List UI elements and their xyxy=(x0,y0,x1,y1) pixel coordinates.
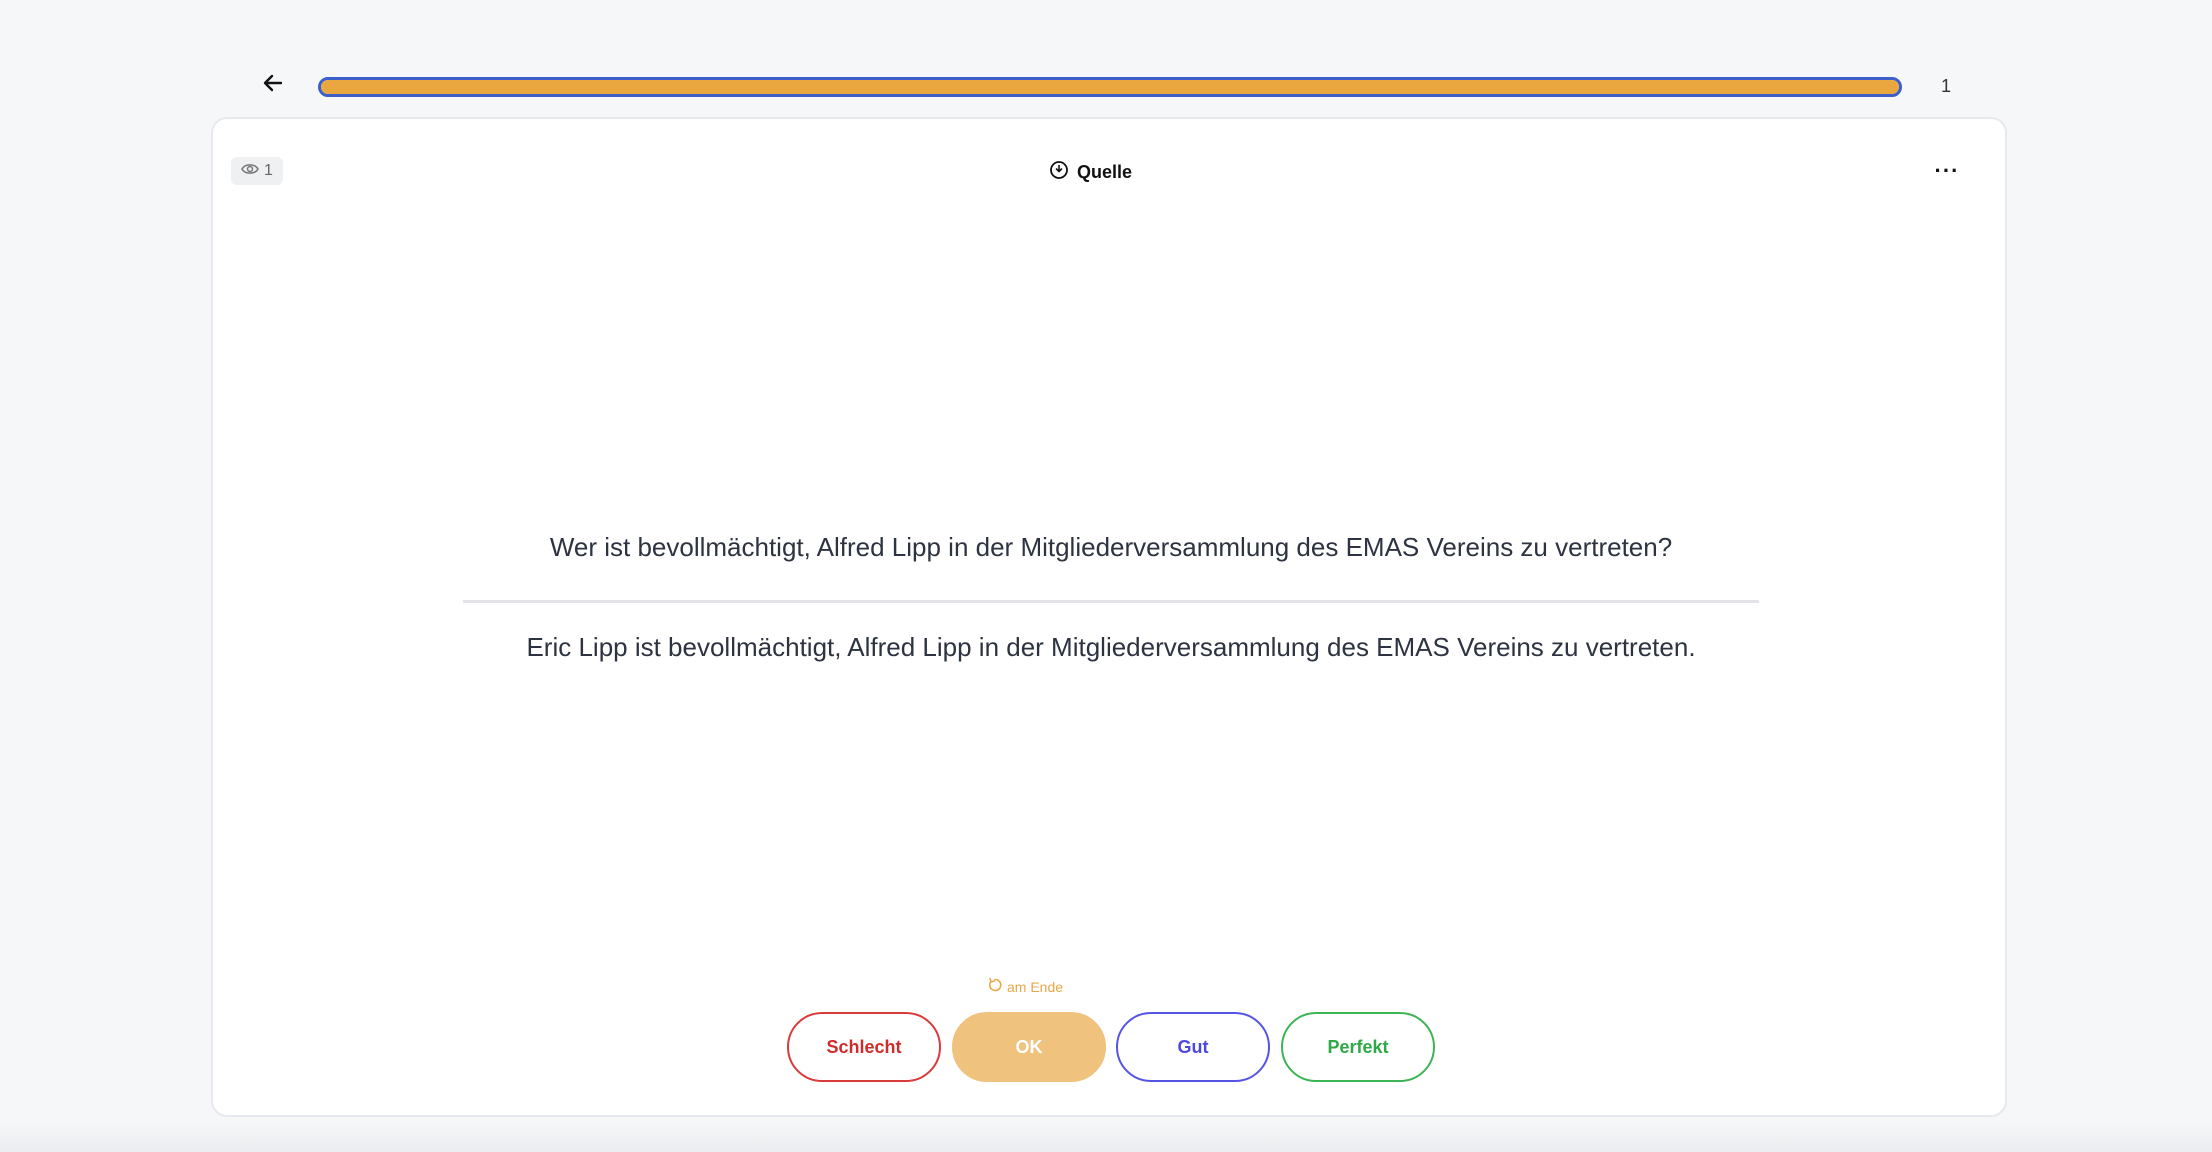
more-options-button[interactable]: ··· xyxy=(1929,157,1965,185)
source-button[interactable]: Quelle xyxy=(1049,159,1132,185)
source-label: Quelle xyxy=(1077,161,1133,182)
top-bar: 1 xyxy=(0,0,2212,116)
repeat-icon xyxy=(987,977,1003,996)
progress-fill xyxy=(321,80,1899,94)
divider xyxy=(463,600,1759,603)
progress-bar xyxy=(318,77,1902,97)
card-counter: 1 xyxy=(1940,76,1951,96)
views-badge: 1 xyxy=(231,157,283,185)
rating-perfect-button[interactable]: Perfekt xyxy=(1281,1012,1435,1082)
eye-icon xyxy=(241,162,259,181)
rating-good-button[interactable]: Gut xyxy=(1116,1012,1270,1082)
card-question: Wer ist bevollmächtigt, Alfred Lipp in d… xyxy=(549,532,1673,562)
views-count: 1 xyxy=(264,162,273,179)
flashcard: 1 Quelle ··· Wer ist bevollmächtigt, Alf… xyxy=(211,117,2007,1117)
card-answer: Eric Lipp ist bevollmächtigt, Alfred Lip… xyxy=(526,632,1696,662)
bottom-edge xyxy=(0,1122,2212,1152)
info-icon xyxy=(1049,160,1069,185)
repeat-hint: am Ende xyxy=(987,977,1063,996)
back-button[interactable] xyxy=(258,70,288,100)
rating-bad-button[interactable]: Schlecht xyxy=(787,1012,941,1082)
arrow-left-icon xyxy=(262,72,284,99)
repeat-hint-label: am Ende xyxy=(1007,978,1064,995)
rating-ok-button[interactable]: OK xyxy=(952,1012,1106,1082)
